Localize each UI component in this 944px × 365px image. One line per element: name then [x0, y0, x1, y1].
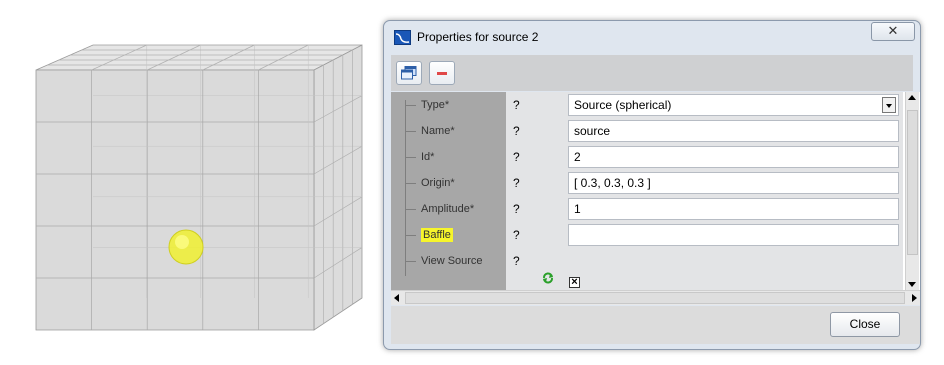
amplitude-field[interactable]: 1	[568, 198, 899, 220]
close-icon: ✕	[887, 23, 899, 38]
windows-button[interactable]	[396, 61, 422, 85]
window-close-button[interactable]: ✕	[871, 22, 915, 41]
scroll-down-icon[interactable]	[908, 282, 916, 287]
vertical-scrollbar[interactable]	[905, 92, 919, 290]
refresh-icon[interactable]	[542, 272, 554, 284]
row-label-amplitude: Amplitude*	[405, 196, 474, 222]
scroll-left-icon[interactable]	[394, 294, 399, 302]
dialog-titlebar[interactable]: Properties for source 2 ✕	[384, 21, 920, 51]
id-field[interactable]: 2	[568, 146, 899, 168]
help-icon[interactable]: ?	[513, 196, 520, 222]
3d-viewport[interactable]	[0, 0, 380, 365]
help-icon[interactable]: ?	[513, 92, 520, 118]
row-label-baffle: Baffle	[405, 222, 453, 248]
scroll-up-icon[interactable]	[908, 95, 916, 100]
baffle-field[interactable]	[568, 224, 899, 246]
grid-cube-drawing	[35, 44, 363, 331]
app-icon	[394, 30, 411, 45]
view-source-checkbox[interactable]: ×	[569, 277, 580, 288]
cube-top-face	[35, 44, 363, 71]
cube-right-face	[313, 44, 363, 331]
row-label-type: Type*	[405, 92, 449, 118]
help-icon[interactable]: ?	[513, 170, 520, 196]
dialog-title: Properties for source 2	[417, 30, 539, 44]
row-label-view-source: View Source	[405, 248, 483, 274]
dialog-toolbar	[391, 55, 913, 91]
properties-dialog: Properties for source 2 ✕ Type* Name* Id…	[383, 20, 921, 350]
vertical-scroll-thumb[interactable]	[907, 110, 918, 255]
baffle-highlight: Baffle	[421, 228, 453, 242]
origin-field[interactable]: [ 0.3, 0.3, 0.3 ]	[568, 172, 899, 194]
close-button[interactable]: Close	[830, 312, 900, 337]
type-value: Source (spherical)	[574, 98, 672, 112]
property-grid: Type* Name* Id* Origin* Amplitude* Baffl…	[391, 92, 920, 290]
type-dropdown[interactable]: Source (spherical)	[568, 94, 899, 116]
scroll-right-icon[interactable]	[912, 294, 917, 302]
name-field[interactable]: source	[568, 120, 899, 142]
help-icon[interactable]: ?	[513, 222, 520, 248]
horizontal-scrollbar[interactable]	[391, 290, 920, 305]
row-label-origin: Origin*	[405, 170, 455, 196]
chevron-down-icon[interactable]	[882, 97, 896, 113]
horizontal-scroll-thumb[interactable]	[405, 292, 905, 304]
cube-front-face	[35, 69, 315, 331]
help-icon[interactable]: ?	[513, 118, 520, 144]
row-label-id: Id*	[405, 144, 434, 170]
help-icon[interactable]: ?	[513, 248, 520, 274]
sphere-highlight	[175, 235, 189, 249]
remove-button[interactable]	[429, 61, 455, 85]
row-label-name: Name*	[405, 118, 455, 144]
help-icon[interactable]: ?	[513, 144, 520, 170]
windows-icon	[401, 66, 417, 80]
remove-icon	[437, 72, 447, 75]
dialog-footer: Close	[391, 306, 920, 344]
